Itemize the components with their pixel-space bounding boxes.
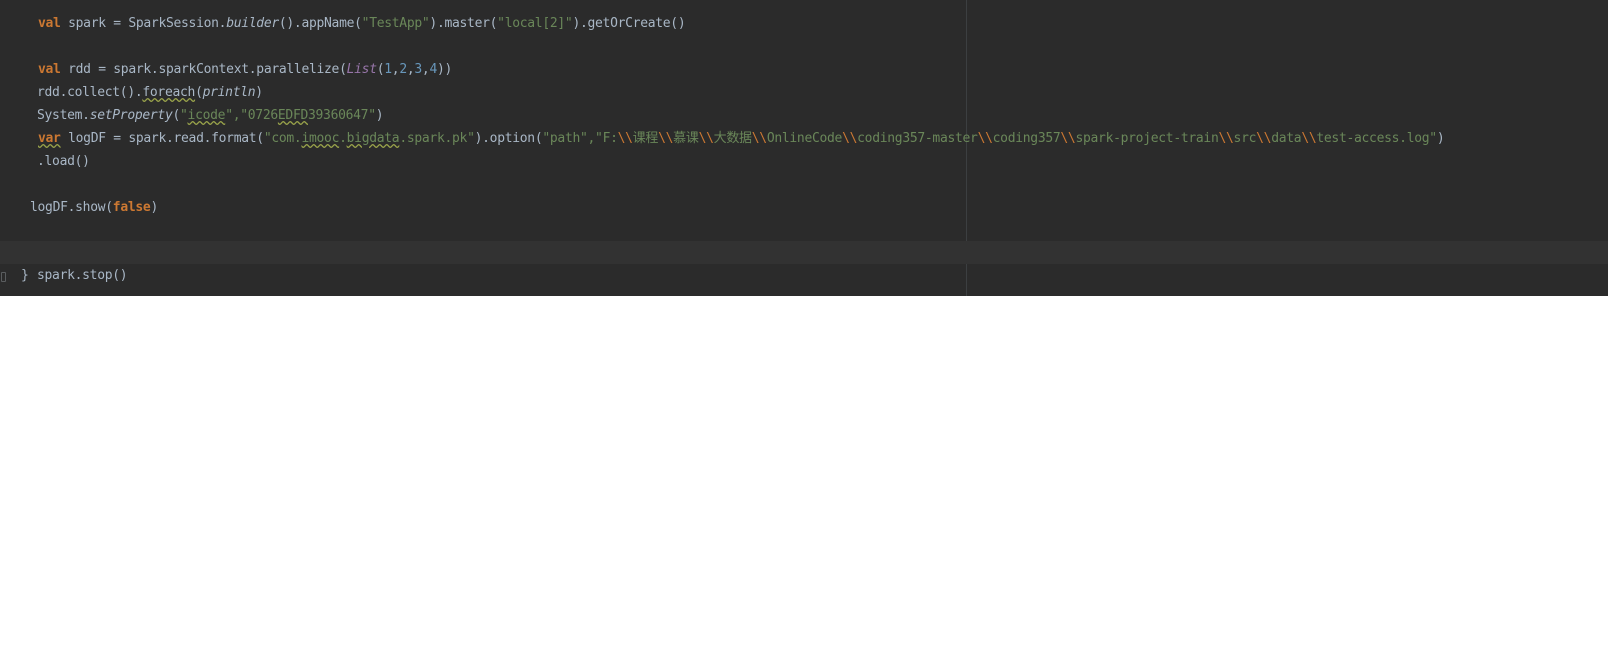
code-token: var (38, 131, 61, 146)
code-token: "com. (263, 131, 302, 146)
code-token: .spark.pk" (399, 131, 475, 146)
code-token: . (339, 131, 347, 146)
code-token: println (202, 85, 256, 100)
code-token: " (180, 108, 188, 123)
code-token: OnlineCode (766, 131, 843, 146)
code-token: "0726 (240, 108, 278, 123)
code-token: \\ (1218, 131, 1234, 146)
code-token: val (38, 16, 61, 31)
code-token: setProperty (89, 108, 173, 123)
code-line-1[interactable]: val spark = SparkSession.builder().appNa… (38, 12, 1608, 35)
code-token: \\ (1060, 131, 1076, 146)
code-token: logDF = spark.read.format( (60, 131, 264, 146)
code-token: ) (255, 85, 263, 100)
code-token: builder (226, 16, 279, 31)
code-token: false (112, 200, 151, 215)
code-token: .load() (37, 154, 90, 169)
code-token: rdd.collect(). (37, 85, 143, 100)
code-token: spark = SparkSession. (60, 16, 227, 31)
code-token: \\ (698, 131, 714, 146)
code-token: \\ (977, 131, 993, 146)
code-line-5[interactable]: var logDF = spark.read.format("com.imooc… (38, 127, 1608, 150)
code-token: \\ (1256, 131, 1272, 146)
code-token: ) (150, 200, 158, 215)
code-token: ).getOrCreate() (572, 16, 686, 31)
code-token: List (346, 62, 377, 77)
code-editor[interactable]: val spark = SparkSession.builder().appNa… (0, 0, 1608, 296)
code-line-9[interactable]: } (21, 264, 1608, 287)
code-token: rdd = spark.sparkContext.parallelize( (60, 62, 347, 77)
code-line-6[interactable]: .load() (37, 150, 1608, 173)
empty-area (0, 296, 1608, 648)
code-token: coding357-master (857, 131, 978, 146)
code-token: ).option( (474, 131, 543, 146)
code-line-7[interactable]: logDF.show(false) (30, 196, 1608, 219)
code-token: src (1233, 131, 1257, 146)
code-token: ) (1436, 131, 1445, 146)
code-token: foreach (142, 85, 196, 100)
code-line-4[interactable]: System.setProperty("icode","0726EDFD3936… (37, 104, 1608, 127)
code-token: EDFD (277, 108, 308, 123)
code-token: ) (375, 108, 384, 123)
code-token: bigdata (346, 131, 400, 146)
code-token: val (38, 62, 61, 77)
code-token: 大数据 (713, 131, 752, 146)
code-line-2[interactable]: val rdd = spark.sparkContext.parallelize… (38, 58, 1608, 81)
code-token: \\ (842, 131, 858, 146)
code-token: "TestApp" (361, 16, 430, 31)
code-token: ).master( (429, 16, 498, 31)
code-line-3[interactable]: rdd.collect().foreach(println) (37, 81, 1608, 104)
code-token: test-access.log" (1316, 131, 1437, 146)
code-token: 3 (414, 62, 422, 77)
code-line-current-row[interactable]: spark.stop() (0, 241, 1608, 283)
code-token: icode (187, 108, 226, 123)
code-token: \\ (1301, 131, 1317, 146)
code-token: "path", (542, 131, 596, 146)
code-token: 4 (429, 62, 437, 77)
code-token: \\ (617, 131, 633, 146)
code-token: 课程 (632, 131, 659, 146)
code-token: spark-project-train (1075, 131, 1219, 146)
code-token: "local[2]" (497, 16, 573, 31)
code-token: 39360647" (308, 108, 376, 123)
code-token: ().appName( (278, 16, 362, 31)
code-token: "F: (595, 131, 618, 146)
code-token: data (1271, 131, 1302, 146)
code-token: 2 (399, 62, 407, 77)
code-token: ( (195, 85, 203, 100)
code-token: ", (225, 108, 241, 123)
code-token: \\ (658, 131, 674, 146)
code-token: System. (37, 108, 90, 123)
code-token: coding357 (992, 131, 1061, 146)
code-token: 慕课 (673, 131, 699, 146)
code-token: \\ (751, 131, 767, 146)
code-token: logDF.show( (30, 200, 113, 215)
code-token: } (21, 268, 29, 283)
code-token: imooc (301, 131, 340, 146)
code-token: )) (436, 62, 453, 77)
code-token: 1 (384, 62, 392, 77)
code-token: ( (172, 108, 181, 123)
